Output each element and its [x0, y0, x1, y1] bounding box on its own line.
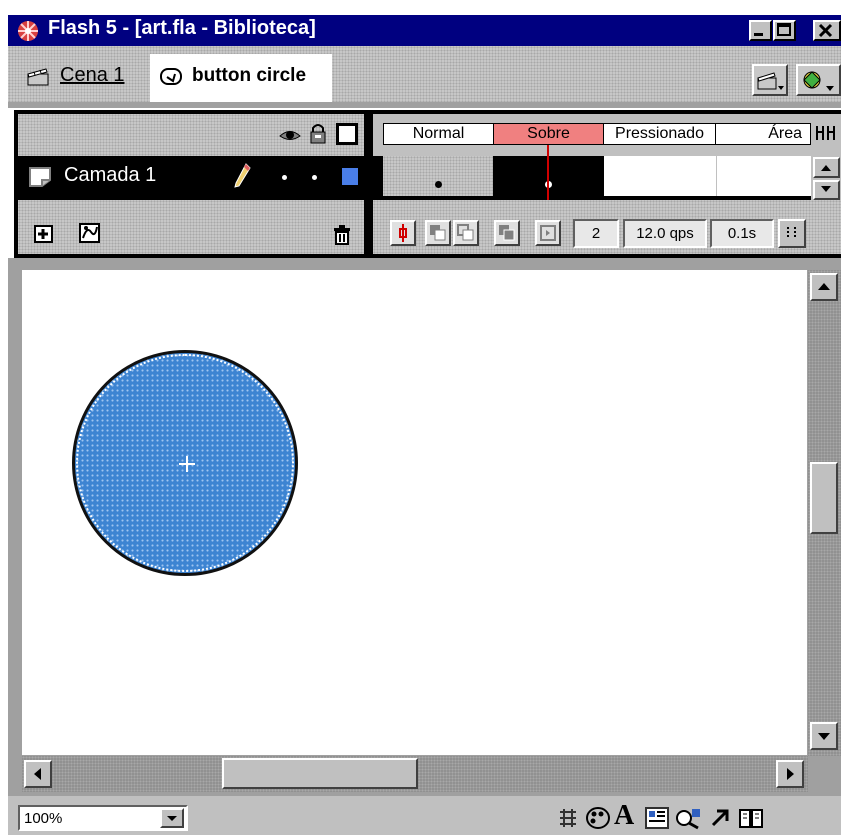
top-edge — [0, 0, 841, 15]
mixer-palette-icon[interactable] — [585, 806, 611, 830]
scroll-down-button[interactable] — [810, 722, 838, 750]
frames-hscroll-thumb[interactable] — [778, 219, 806, 248]
movie-explorer-icon[interactable] — [674, 806, 702, 830]
scene-separator — [8, 102, 841, 108]
scene-link[interactable]: Cena 1 — [60, 64, 125, 87]
zoom-value: 100% — [24, 810, 63, 827]
tab-area[interactable]: Área — [716, 124, 812, 144]
scroll-right-button[interactable] — [776, 760, 804, 788]
visibility-dot[interactable] — [282, 175, 287, 180]
pencil-icon — [232, 162, 252, 190]
eye-icon[interactable] — [278, 125, 302, 145]
flash-app-icon — [14, 19, 42, 43]
layer-name: Camada 1 — [64, 164, 157, 186]
onion-skin-button[interactable] — [425, 220, 451, 246]
edit-multiple-frames-button[interactable] — [494, 220, 520, 246]
frames-scroll-up-button[interactable] — [813, 157, 840, 178]
modify-onion-markers-button[interactable] — [535, 220, 561, 246]
elapsed-time-field: 0.1s — [710, 219, 774, 248]
scroll-up-button[interactable] — [810, 273, 838, 301]
layer-color-swatch[interactable] — [342, 168, 358, 185]
hscroll-thumb[interactable] — [222, 758, 418, 789]
frames-scroll-down-button[interactable] — [813, 180, 840, 200]
registration-cross-icon — [178, 455, 196, 473]
layer-icon — [28, 166, 52, 188]
scene-bar — [8, 46, 841, 102]
lock-dot[interactable] — [312, 175, 317, 180]
actions-arrow-icon[interactable] — [708, 806, 732, 830]
chevron-down-icon[interactable] — [160, 808, 184, 828]
maximize-button[interactable] — [773, 20, 796, 41]
scroll-left-button[interactable] — [24, 760, 52, 788]
timeline-options-icon[interactable] — [814, 122, 840, 146]
minimize-button[interactable] — [749, 20, 772, 41]
trash-icon[interactable] — [332, 224, 352, 246]
add-layer-icon[interactable] — [33, 224, 55, 244]
button-symbol-icon — [159, 66, 185, 88]
clapper-icon — [26, 66, 50, 86]
info-panel-icon[interactable] — [644, 806, 670, 830]
tab-pressionado[interactable]: Pressionado — [604, 124, 716, 144]
vscroll-thumb[interactable] — [810, 462, 838, 534]
onion-outline-button[interactable] — [453, 220, 479, 246]
zoom-select[interactable]: 100% — [18, 805, 188, 831]
character-text-icon[interactable]: A — [614, 802, 640, 830]
symbol-name: button circle — [192, 65, 307, 86]
frame-tabs: Normal Sobre Pressionado Área — [383, 123, 811, 145]
frame-grid-line — [716, 156, 717, 196]
current-frame-field: 2 — [573, 219, 619, 248]
outline-icon[interactable] — [336, 123, 358, 145]
close-button[interactable] — [813, 20, 841, 41]
tab-sobre[interactable]: Sobre — [494, 124, 604, 144]
center-frame-button[interactable] — [390, 220, 416, 246]
tab-normal[interactable]: Normal — [384, 124, 494, 144]
window-title: Flash 5 - [art.fla - Biblioteca] — [48, 17, 316, 39]
edit-symbols-button[interactable] — [796, 64, 841, 96]
layer-footer — [18, 200, 364, 254]
library-book-icon[interactable] — [738, 806, 766, 830]
edit-scene-button[interactable] — [752, 64, 788, 96]
frame-rate-field: 12.0 qps — [623, 219, 707, 248]
add-guide-layer-icon[interactable] — [78, 222, 102, 244]
keyframe-dot — [435, 181, 442, 188]
frame-normal-cell[interactable] — [383, 156, 493, 196]
instance-panel-icon[interactable] — [556, 806, 580, 830]
lock-icon[interactable] — [308, 122, 328, 146]
